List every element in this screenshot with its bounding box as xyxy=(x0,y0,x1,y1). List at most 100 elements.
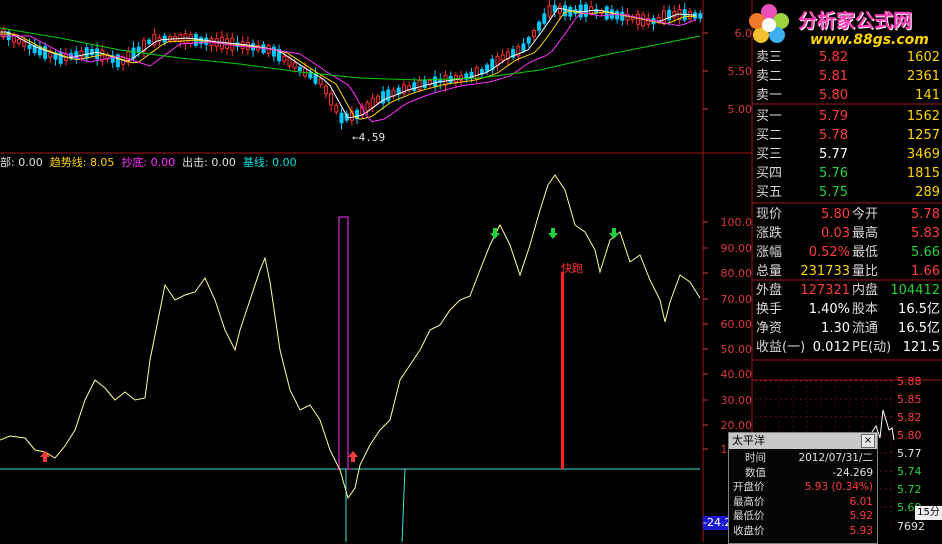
price-axis-label: 6.0 xyxy=(734,27,753,40)
candle-body xyxy=(568,6,573,17)
candle-body xyxy=(563,5,568,17)
candle-body xyxy=(526,37,531,44)
tooltip-value: 5.92 xyxy=(849,510,873,522)
candle-body xyxy=(334,104,339,113)
candle-body xyxy=(271,46,276,57)
bid-row: 买二 5.78 1257 xyxy=(752,126,942,145)
stat-label: 量比 xyxy=(852,264,879,279)
candle-body xyxy=(136,46,141,53)
legend-item-baseline: 基线: 0.00 xyxy=(242,156,297,169)
stat-value: 5.78 xyxy=(911,207,940,222)
indicator-axis-label: 100.0 xyxy=(720,216,753,229)
stat-row: 总量 231733 量比 1.66 xyxy=(752,262,942,281)
candle-body xyxy=(495,55,500,66)
candle-body xyxy=(17,39,22,44)
buy-arrow-icon xyxy=(40,451,50,462)
stat-row: 外盘 127321 内盘 104412 xyxy=(752,281,942,300)
candle-body xyxy=(547,5,552,17)
candle-body xyxy=(589,6,594,14)
candle-body xyxy=(635,13,640,25)
bid-price: 5.76 xyxy=(819,166,848,181)
tooltip-row: 数值 -24.269 xyxy=(729,467,877,480)
period-button[interactable]: 15分 xyxy=(915,506,942,520)
indicator-axis-label: 60.00 xyxy=(720,318,753,331)
tooltip-row: 收盘价 5.93 xyxy=(729,525,877,538)
candle-body xyxy=(604,6,609,20)
ask-price: 5.82 xyxy=(819,50,848,65)
tooltip-key: 开盘价 xyxy=(733,481,765,493)
stat-label: 涨跌 xyxy=(756,226,783,241)
stat-value: 104412 xyxy=(890,283,940,298)
mini-volume-label: 7692 xyxy=(897,520,925,533)
legend-item-trend: 趋势线: 8.05 xyxy=(49,156,115,169)
mini-price-label: 5.74 xyxy=(897,465,922,478)
candle-body xyxy=(542,13,547,24)
candle-body xyxy=(656,17,661,22)
bid-price: 5.77 xyxy=(819,147,848,162)
ask-row: 卖一 5.80 141 xyxy=(752,86,942,105)
ask-price: 5.80 xyxy=(819,88,848,103)
indicator-axis-label: 70.00 xyxy=(720,293,753,306)
candle-body xyxy=(594,8,599,14)
tooltip-value: 2012/07/31/二 xyxy=(798,452,873,464)
tooltip-row: 最低价 5.92 xyxy=(729,510,877,523)
bid-row: 买四 5.76 1815 xyxy=(752,164,942,183)
candle-body xyxy=(443,74,448,86)
candle-body xyxy=(531,30,536,37)
indicator-axis-label: 30.00 xyxy=(720,394,753,407)
stat-label: 外盘 xyxy=(756,283,783,298)
candle-body xyxy=(297,66,302,72)
legend-item-attack: 出击: 0.00 xyxy=(182,156,236,169)
ma5-line xyxy=(0,7,697,119)
legend-item-bu: 部: 0.00 xyxy=(0,156,43,169)
tooltip-value: 5.93 xyxy=(849,524,873,537)
stat-row: 换手 1.40% 股本 16.5亿 xyxy=(752,300,942,319)
bid-label: 买一 xyxy=(756,109,783,124)
candle-body xyxy=(521,43,526,52)
indicator-axis-label: 90.00 xyxy=(720,242,753,255)
mini-price-label: 5.77 xyxy=(897,447,922,460)
candle-body xyxy=(698,13,703,19)
close-icon[interactable]: × xyxy=(861,434,875,448)
stat-label: 净资 xyxy=(756,321,783,336)
stat-label: 收益(一) xyxy=(756,340,806,355)
stat-row: 净资 1.30 流通 16.5亿 xyxy=(752,319,942,338)
candle-body xyxy=(95,48,100,60)
stat-label: 今开 xyxy=(852,207,879,222)
mini-price-label: 5.80 xyxy=(897,429,922,442)
candle-body xyxy=(58,51,63,64)
candle-body xyxy=(365,102,370,112)
ask-volume: 1602 xyxy=(906,50,940,65)
indicator-axis-label: 80.00 xyxy=(720,267,753,280)
stat-row: 收益(一) 0.012 PE(动) 121.5 xyxy=(752,338,942,357)
stat-label: 换手 xyxy=(756,302,783,317)
price-axis-label: 5.00 xyxy=(727,103,753,116)
candle-body xyxy=(282,55,287,62)
ask-volume: 141 xyxy=(915,88,940,103)
legend-item-bottom: 抄底: 0.00 xyxy=(121,156,176,169)
data-tooltip[interactable]: 太平洋 × 时间 2012/07/31/二 数值 -24.269 开盘价 5.93 (0.… xyxy=(728,432,878,544)
tooltip-key: 收盘价 xyxy=(733,524,765,537)
indicator-axis-label: 50.00 xyxy=(720,343,753,356)
ask-row: 卖三 5.82 1602 xyxy=(752,48,942,67)
candle-body xyxy=(370,97,375,109)
tooltip-header[interactable]: 太平洋 × xyxy=(729,433,877,449)
candle-body xyxy=(375,95,380,104)
trend-line xyxy=(0,174,701,500)
candle-body xyxy=(386,89,391,102)
tooltip-key: 时间 xyxy=(745,452,766,464)
bid-volume: 289 xyxy=(915,185,940,200)
candle-body xyxy=(417,80,422,91)
stat-value: 0.52% xyxy=(808,245,850,260)
candle-body xyxy=(188,34,193,45)
tooltip-row: 时间 2012/07/31/二 xyxy=(729,452,877,465)
candle-body xyxy=(615,10,620,20)
bid-price: 5.78 xyxy=(819,128,848,143)
ma10-line xyxy=(0,10,697,120)
candle-body xyxy=(620,11,625,21)
candle-body xyxy=(292,62,297,69)
tooltip-value: 6.01 xyxy=(849,495,873,508)
stat-value: 0.03 xyxy=(821,226,850,241)
tooltip-value: -24.269 xyxy=(832,466,873,479)
ask-volume: 2361 xyxy=(906,69,940,84)
